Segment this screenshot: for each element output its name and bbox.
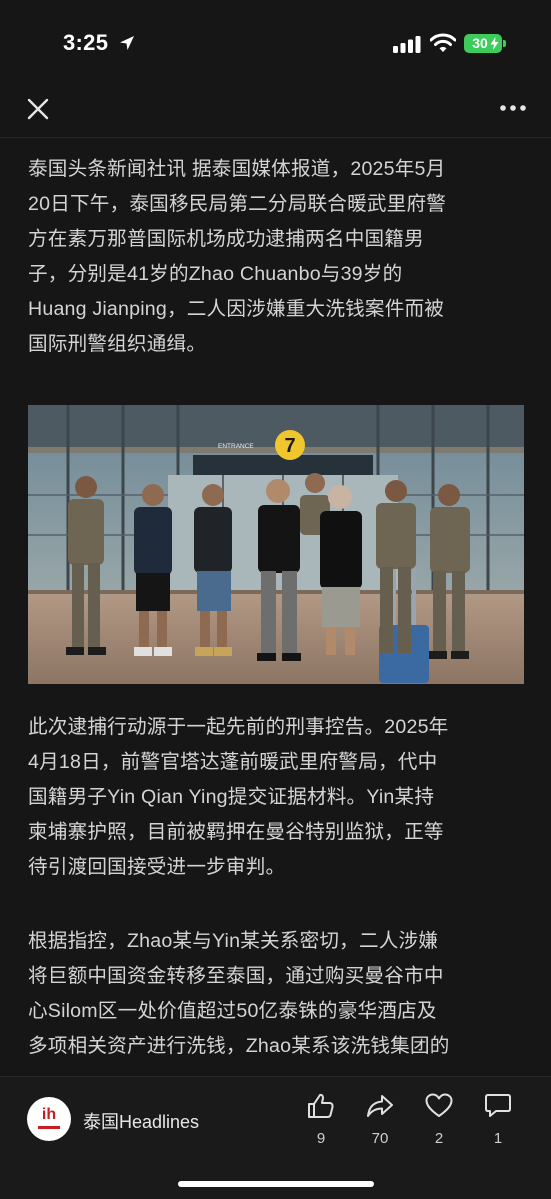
comment-count: 1 bbox=[493, 1130, 503, 1147]
airport-arrest-photo: ENTRANCE 7 bbox=[28, 405, 524, 684]
comment-icon bbox=[485, 1094, 511, 1117]
source-logo-text: ih bbox=[41, 1106, 57, 1123]
text-line: 方在素万那普国际机场成功逮捕两名中国籍男 bbox=[28, 228, 424, 250]
entrance-sign: ENTRANCE bbox=[218, 443, 254, 450]
text-line: 20日下午，泰国移民局第二分局联合暖武里府警 bbox=[28, 193, 447, 215]
location-arrow-icon bbox=[120, 36, 134, 50]
share-icon bbox=[367, 1095, 393, 1117]
text-line: 4月18日，前警官塔达蓬前暖武里府警局，代中 bbox=[28, 751, 438, 773]
source-avatar[interactable]: ih bbox=[27, 1097, 71, 1141]
more-icon[interactable] bbox=[499, 104, 527, 112]
battery-cap bbox=[503, 40, 506, 47]
text-line: 此次逮捕行动源于一起先前的刑事控告。2025年 bbox=[28, 716, 449, 738]
close-icon[interactable] bbox=[26, 97, 50, 121]
bolt-icon bbox=[490, 37, 499, 50]
article-paragraph: 根据指控，Zhao某与Yin某关系密切，二人涉嫌 将巨额中国资金转移至泰国，通过… bbox=[28, 924, 450, 1064]
cellular-signal-icon bbox=[393, 36, 421, 53]
source-name[interactable]: 泰国Headlines bbox=[83, 1108, 199, 1134]
text-line: 待引渡回国接受进一步审判。 bbox=[28, 856, 286, 878]
status-bar: 3:25 30 bbox=[0, 0, 551, 80]
status-time: 3:25 bbox=[63, 30, 109, 55]
text-line: 国籍男子Yin Qian Ying提交证据材料。Yin某持 bbox=[28, 786, 435, 808]
text-line: 将巨额中国资金转移至泰国，通过购买曼谷市中 bbox=[28, 965, 444, 987]
wifi-icon bbox=[430, 33, 456, 52]
source-logo-bar bbox=[38, 1126, 60, 1129]
text-line: Huang Jianping，二人因涉嫌重大洗钱案件而被 bbox=[28, 298, 445, 320]
battery-charging-icon: 30 bbox=[464, 34, 502, 53]
article-photo[interactable]: ENTRANCE 7 bbox=[28, 405, 524, 684]
article-paragraph: 泰国头条新闻社讯 据泰国媒体报道，2025年5月 20日下午，泰国移民局第二分局… bbox=[28, 152, 446, 362]
article-body[interactable]: 泰国头条新闻社讯 据泰国媒体报道，2025年5月 20日下午，泰国移民局第二分局… bbox=[28, 138, 528, 1076]
text-line: 多项相关资产进行洗钱，Zhao某系该洗钱集团的 bbox=[28, 1035, 450, 1057]
like-button[interactable]: 9 bbox=[299, 1093, 343, 1147]
article-header bbox=[0, 80, 551, 138]
text-line: 国际刑警组织通缉。 bbox=[28, 333, 207, 355]
text-line: 柬埔寨护照，目前被羁押在曼谷特别监狱，正等 bbox=[28, 821, 444, 843]
gate-number: 7 bbox=[284, 435, 295, 457]
like-count: 9 bbox=[316, 1130, 326, 1147]
favorite-count: 2 bbox=[434, 1130, 444, 1147]
heart-icon bbox=[425, 1093, 453, 1117]
share-count: 70 bbox=[371, 1130, 389, 1147]
text-line: 根据指控，Zhao某与Yin某关系密切，二人涉嫌 bbox=[28, 930, 439, 952]
text-line: 子，分别是41岁的Zhao Chuanbo与39岁的 bbox=[28, 263, 403, 285]
share-button[interactable]: 70 bbox=[358, 1093, 402, 1147]
comment-button[interactable]: 1 bbox=[476, 1093, 520, 1147]
thumbs-up-icon bbox=[308, 1093, 334, 1118]
favorite-button[interactable]: 2 bbox=[417, 1093, 461, 1147]
home-indicator[interactable] bbox=[178, 1181, 374, 1187]
text-line: 心Silom区一处价值超过50亿泰铢的豪华酒店及 bbox=[28, 1000, 437, 1022]
text-line: 泰国头条新闻社讯 据泰国媒体报道，2025年5月 bbox=[28, 158, 446, 180]
article-paragraph: 此次逮捕行动源于一起先前的刑事控告。2025年 4月18日，前警官塔达蓬前暖武里… bbox=[28, 710, 448, 885]
